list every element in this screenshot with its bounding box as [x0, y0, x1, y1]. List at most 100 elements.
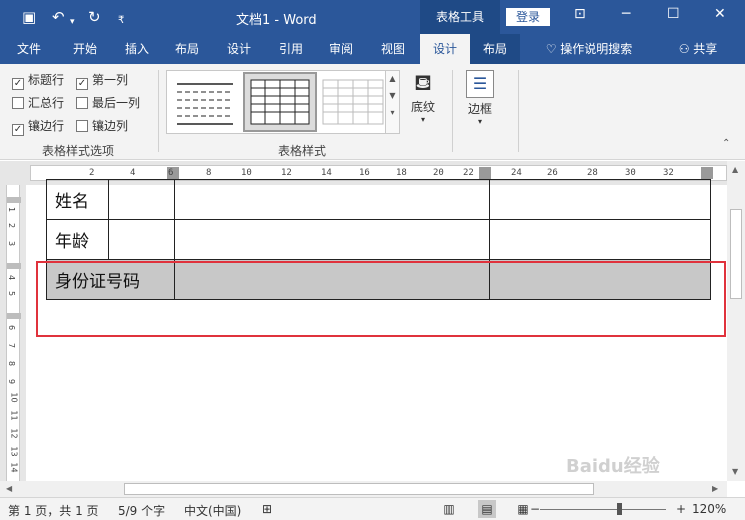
tab-references[interactable]: 引用 [268, 34, 314, 64]
horizontal-scrollbar[interactable]: ◀ ▶ [0, 481, 727, 497]
proofing-icon[interactable]: ⊞ [262, 502, 272, 516]
status-bar: 第 1 页，共 1 页 5/9 个字 中文(中国) ⊞ ▥ ▤ ▦ − + 12… [0, 497, 745, 520]
undo-icon[interactable]: ↶ [52, 8, 65, 26]
table-style-options-label: 表格样式选项 [42, 144, 115, 158]
zoom-slider[interactable] [540, 509, 666, 510]
zoom-slider-thumb[interactable] [617, 503, 622, 515]
page-count[interactable]: 第 1 页，共 1 页 [8, 502, 99, 519]
borders-button[interactable]: ☰ 边框 ▾ [462, 70, 498, 126]
chevron-down-icon: ▾ [420, 115, 425, 124]
highlight-box [36, 261, 726, 337]
horizontal-scroll-thumb[interactable] [124, 483, 594, 495]
table-style-light-grid[interactable] [319, 74, 389, 130]
ribbon-display-icon[interactable]: ⊡ [574, 6, 586, 22]
table-cell[interactable]: 姓名 [46, 179, 109, 220]
table-style-grid-selected[interactable] [243, 72, 317, 132]
tab-table-design[interactable]: 设计 [420, 34, 470, 64]
print-layout-icon[interactable]: ▤ [478, 500, 496, 518]
title-bar: ▣ ↶ ▾ ↻ ₹ 文档1 - Word 表格工具 登录 ⊡ ─ ☐ ✕ [0, 0, 745, 34]
share-button[interactable]: ⚇ 共享 [672, 34, 724, 64]
collapse-ribbon-icon[interactable]: ⌃ [722, 138, 730, 149]
close-icon[interactable]: ✕ [714, 6, 726, 22]
table-cell[interactable] [174, 219, 490, 260]
save-icon[interactable]: ▣ [22, 8, 36, 26]
last-column-option[interactable]: 最后一列 [76, 94, 140, 111]
person-icon: ⚇ [678, 42, 690, 56]
banded-columns-option[interactable]: 镶边列 [76, 117, 128, 134]
row-marker[interactable] [7, 263, 21, 269]
tab-design[interactable]: 设计 [216, 34, 262, 64]
table-styles-label: 表格样式 [278, 144, 327, 158]
redo-icon[interactable]: ↻ [88, 8, 101, 26]
scroll-left-icon[interactable]: ◀ [6, 484, 12, 493]
column-marker[interactable] [479, 167, 491, 179]
paint-bucket-icon: ⛾ [414, 71, 432, 96]
tab-review[interactable]: 审阅 [318, 34, 364, 64]
table-cell[interactable] [174, 179, 490, 220]
maximize-icon[interactable]: ☐ [667, 6, 680, 22]
banded-rows-option[interactable]: ✓ 镶边行 [12, 117, 64, 136]
tell-me-label: 操作说明搜索 [560, 42, 633, 56]
group-divider [452, 70, 453, 152]
watermark: Baidu经验 [566, 456, 660, 477]
document-page[interactable]: 姓名 年龄 身份证号码 [26, 179, 727, 481]
scroll-right-icon[interactable]: ▶ [712, 484, 718, 493]
chevron-down-icon: ▾ [477, 117, 482, 126]
tab-table-layout[interactable]: 布局 [470, 34, 520, 64]
header-row-option[interactable]: ✓ 标题行 [12, 71, 64, 90]
vertical-scrollbar[interactable]: ▲ ▼ [727, 161, 745, 481]
table-style-light-grid-icon [322, 79, 384, 125]
tab-file[interactable]: 文件 [6, 34, 52, 64]
table-cell[interactable] [489, 219, 711, 260]
vertical-scroll-thumb[interactable] [730, 209, 742, 299]
document-title: 文档1 - Word [236, 13, 317, 28]
read-mode-icon[interactable]: ▥ [440, 500, 458, 518]
table-cell[interactable] [489, 179, 711, 220]
word-count[interactable]: 5/9 个字 [118, 502, 165, 519]
share-label: 共享 [693, 42, 718, 56]
zoom-out-button[interactable]: − [530, 502, 540, 516]
group-divider [518, 70, 519, 152]
borders-icon: ☰ [466, 70, 494, 98]
total-row-option[interactable]: 汇总行 [12, 94, 64, 111]
vertical-ruler[interactable]: 1 2 3 4 5 6 7 8 9 10 11 12 13 14 [0, 185, 26, 481]
minimize-icon[interactable]: ─ [622, 6, 630, 22]
tab-view[interactable]: 视图 [370, 34, 416, 64]
language-indicator[interactable]: 中文(中国) [184, 502, 241, 519]
gallery-down-icon[interactable]: ▼ [386, 91, 399, 100]
lightbulb-icon: ♡ [545, 42, 557, 56]
checkbox-icon [12, 97, 24, 109]
table-style-plain[interactable] [171, 74, 241, 130]
table-row: 年龄 [46, 219, 711, 260]
table-style-grid-icon [250, 79, 310, 125]
table-cell[interactable] [108, 179, 175, 220]
group-divider [158, 70, 159, 152]
checkbox-checked-icon: ✓ [12, 78, 24, 90]
zoom-level[interactable]: 120% [692, 502, 726, 516]
scroll-up-icon[interactable]: ▲ [732, 165, 738, 174]
row-marker[interactable] [7, 313, 21, 319]
gallery-up-icon[interactable]: ▲ [386, 74, 399, 83]
column-marker[interactable] [701, 167, 713, 179]
tab-insert[interactable]: 插入 [114, 34, 160, 64]
customize-icon[interactable]: ₹ [118, 12, 124, 30]
tell-me-search[interactable]: ♡ 操作说明搜索 [534, 34, 644, 64]
gallery-more-icon[interactable]: ▾ [386, 108, 399, 117]
table-tools-context: 表格工具 [420, 0, 500, 34]
login-button[interactable]: 登录 [506, 8, 550, 26]
checkbox-checked-icon: ✓ [12, 124, 24, 136]
undo-dropdown-icon[interactable]: ▾ [70, 13, 75, 31]
table-cell[interactable]: 年龄 [46, 219, 109, 260]
zoom-in-button[interactable]: + [676, 502, 686, 516]
row-marker[interactable] [7, 197, 21, 203]
checkbox-icon [76, 97, 88, 109]
table-cell[interactable] [108, 219, 175, 260]
first-column-option[interactable]: ✓ 第一列 [76, 71, 128, 90]
scroll-down-icon[interactable]: ▼ [732, 467, 738, 476]
checkbox-icon [76, 120, 88, 132]
checkbox-checked-icon: ✓ [76, 78, 88, 90]
tab-home[interactable]: 开始 [62, 34, 108, 64]
gallery-scroll[interactable]: ▲ ▼ ▾ [385, 71, 399, 133]
tab-layout[interactable]: 布局 [164, 34, 210, 64]
shading-button[interactable]: ⛾ 底纹 ▾ [404, 70, 442, 124]
